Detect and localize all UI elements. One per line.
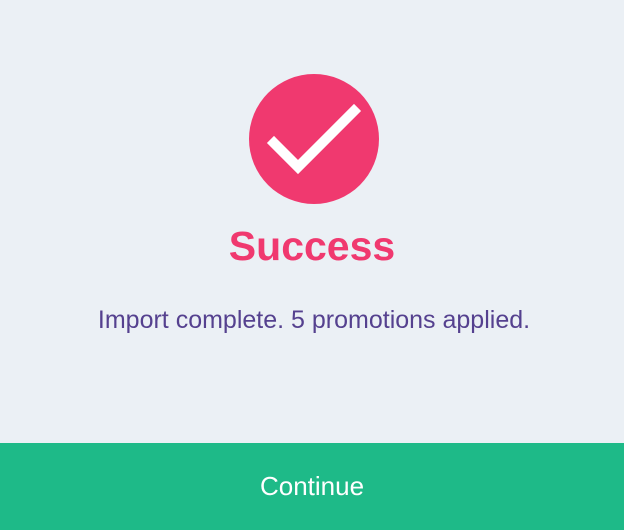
success-dialog: Success Import complete. 5 promotions ap…: [0, 0, 624, 530]
continue-button[interactable]: Continue: [0, 443, 624, 530]
dialog-title: Success: [228, 223, 396, 269]
success-icon-badge: [249, 74, 379, 204]
dialog-message: Import complete. 5 promotions applied.: [97, 306, 531, 334]
checkmark-icon: [266, 103, 362, 175]
